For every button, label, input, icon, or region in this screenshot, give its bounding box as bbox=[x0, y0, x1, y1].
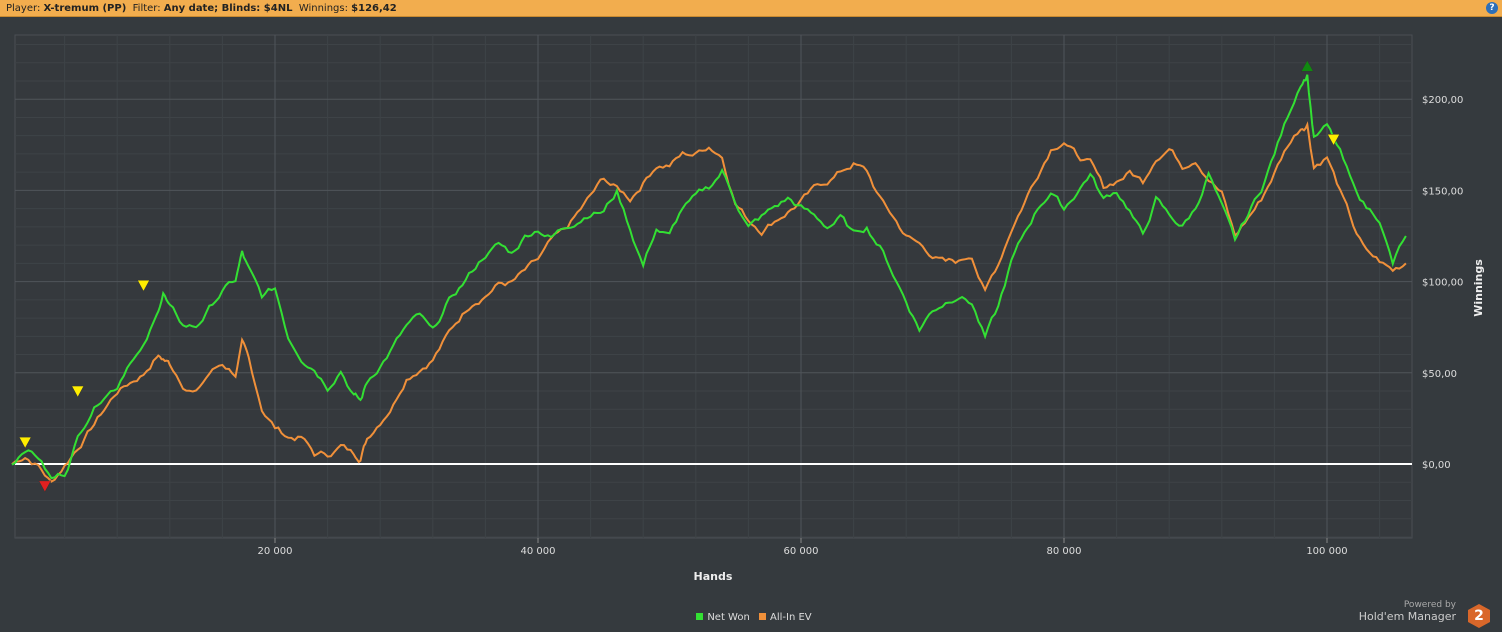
y-tick-label: $100,00 bbox=[1422, 278, 1463, 289]
legend-net-won-swatch bbox=[696, 613, 704, 620]
filter-value: Any date; Blinds: $4NL bbox=[163, 3, 293, 14]
winnings-value: $126,42 bbox=[351, 3, 397, 14]
player-label: Player: bbox=[6, 3, 41, 14]
x-tick-label: 40 000 bbox=[521, 546, 556, 557]
branding: Powered by Hold'em Manager bbox=[1359, 600, 1456, 623]
x-tick-label: 60 000 bbox=[784, 546, 819, 557]
x-tick-label: 80 000 bbox=[1047, 546, 1082, 557]
y-tick-label: $200,00 bbox=[1422, 95, 1463, 106]
winnings-label: Winnings: bbox=[298, 3, 348, 14]
legend-all-in-ev-swatch bbox=[759, 613, 767, 620]
x-tick-label: 20 000 bbox=[258, 546, 293, 557]
x-tick-label: 100 000 bbox=[1306, 546, 1347, 557]
filter-bar: Player: X-tremum (PP) Filter: Any date; … bbox=[0, 0, 1502, 17]
winnings-chart: $0,00 $50,00 $100,00 $150,00 $200,00 20 000 40… bbox=[11, 34, 1485, 583]
filter-label: Filter: bbox=[132, 3, 161, 14]
x-axis-label: Hands bbox=[694, 570, 733, 583]
legend: Net Won All-In EV bbox=[0, 612, 1502, 623]
y-axis-label: Winnings bbox=[1472, 259, 1485, 317]
product-name: Hold'em Manager bbox=[1358, 610, 1456, 623]
powered-by: Powered by bbox=[1403, 600, 1456, 610]
player-name: X-tremum (PP) bbox=[43, 3, 127, 14]
y-tick-label: $0,00 bbox=[1422, 460, 1451, 471]
legend-net-won[interactable]: Net Won bbox=[707, 612, 750, 623]
y-tick-label: $50,00 bbox=[1422, 369, 1457, 380]
y-tick-label: $150,00 bbox=[1422, 186, 1463, 197]
legend-all-in-ev[interactable]: All-In EV bbox=[770, 612, 812, 623]
help-icon[interactable]: ? bbox=[1486, 2, 1498, 14]
